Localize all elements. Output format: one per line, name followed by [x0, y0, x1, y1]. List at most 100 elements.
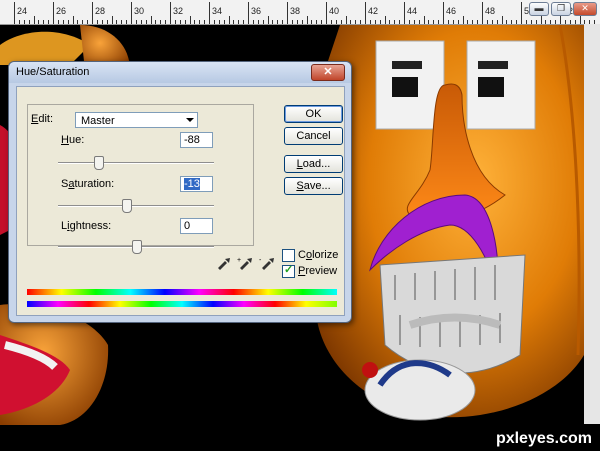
watermark: pxleyes.com [495, 430, 592, 447]
ruler-tick [170, 2, 171, 24]
preview-checkbox[interactable] [282, 263, 295, 278]
ruler-label: 28 [95, 6, 106, 16]
ruler-tick [228, 16, 230, 24]
ruler-label: 32 [173, 6, 184, 16]
ruler-tick [223, 20, 225, 24]
eyedropper-minus-icon[interactable]: - [259, 257, 274, 270]
saturation-slider-thumb[interactable] [121, 199, 132, 213]
chevron-down-icon [186, 118, 194, 122]
ruler-tick [321, 20, 323, 24]
ruler-tick [555, 20, 557, 24]
ruler-tick [233, 20, 235, 24]
ruler-tick [106, 20, 108, 24]
hue-label: Hue: [61, 134, 84, 146]
ruler-tick [316, 20, 318, 24]
dialog-titlebar[interactable]: Hue/Saturation ✕ [9, 62, 351, 83]
ruler-tick [340, 20, 342, 24]
ruler-tick [262, 20, 264, 24]
save-button[interactable]: Save... [284, 177, 343, 195]
input-hue-bar [27, 289, 337, 295]
ruler-tick [384, 16, 386, 24]
lightness-slider-thumb[interactable] [132, 240, 142, 254]
ruler-tick [355, 20, 357, 24]
ruler-tick [574, 20, 576, 24]
ruler-tick [67, 20, 69, 24]
ruler-tick [28, 20, 30, 24]
ruler-tick [252, 20, 254, 24]
ruler-tick [121, 20, 123, 24]
hue-input[interactable]: -88 [180, 132, 213, 148]
saturation-input[interactable]: -13 [180, 176, 213, 192]
edit-label: Edit: [31, 113, 53, 125]
edit-channel-select[interactable]: Master [75, 112, 198, 128]
ruler-tick [506, 20, 508, 24]
colorize-label[interactable]: Colorize [298, 249, 338, 261]
ruler-tick [404, 2, 405, 24]
ruler-tick [394, 20, 396, 24]
colorize-checkbox[interactable] [282, 249, 295, 262]
vertical-scrollbar[interactable] [583, 24, 600, 424]
ruler-tick [199, 20, 201, 24]
dialog-close-button[interactable]: ✕ [311, 64, 345, 81]
ruler-tick [296, 20, 298, 24]
dialog-title: Hue/Saturation [16, 66, 90, 78]
ruler-tick [374, 20, 376, 24]
ok-button[interactable]: OK [284, 105, 343, 123]
svg-text:-: - [259, 257, 262, 264]
ruler-tick [257, 20, 259, 24]
ruler-label: 46 [446, 6, 457, 16]
ruler-tick [501, 16, 503, 24]
ruler-tick [350, 20, 352, 24]
ruler-tick [550, 20, 552, 24]
ruler-tick [516, 20, 518, 24]
ruler-label: 34 [212, 6, 223, 16]
colorize-c: C [298, 249, 306, 261]
ruler-tick [564, 20, 566, 24]
lightness-input[interactable]: 0 [180, 218, 213, 234]
ruler-tick [135, 20, 137, 24]
ruler-tick [287, 2, 288, 24]
ruler-tick [452, 20, 454, 24]
ruler-tick [160, 20, 162, 24]
eyedropper-plus-icon[interactable]: + [237, 257, 252, 270]
ruler-tick [389, 20, 391, 24]
ruler-tick [238, 20, 240, 24]
close-window-button[interactable]: ✕ [573, 2, 597, 16]
ruler-tick [53, 2, 54, 24]
ruler-tick [96, 20, 98, 24]
ruler-tick [530, 20, 532, 24]
hue-slider-thumb[interactable] [93, 156, 104, 170]
ruler-tick [291, 20, 293, 24]
ruler-tick [57, 20, 59, 24]
load-button[interactable]: Load... [284, 155, 343, 173]
ruler-label: 26 [56, 6, 67, 16]
ruler-tick [145, 20, 147, 24]
svg-text:+: + [237, 257, 241, 264]
ruler-tick [511, 20, 513, 24]
saturation-label-text: turation: [74, 178, 115, 190]
hue-slider-track[interactable] [58, 162, 214, 164]
edit-channel-value: Master [81, 115, 115, 127]
eyedropper-icon[interactable] [218, 258, 230, 270]
ruler-tick [33, 16, 35, 24]
ruler-tick [82, 20, 84, 24]
ruler-tick [140, 20, 142, 24]
ruler-tick [282, 20, 284, 24]
cancel-button[interactable]: Cancel [284, 127, 343, 145]
ruler-tick [345, 16, 347, 24]
minimize-button[interactable]: ▬ [529, 2, 549, 16]
ruler-tick [87, 20, 89, 24]
ruler-tick [413, 20, 415, 24]
preview-label[interactable]: Preview [298, 265, 337, 277]
dialog-body: Edit: Master Hue: -88 Saturation: -13 Li… [16, 86, 345, 316]
ruler-label: 24 [17, 6, 28, 16]
restore-button[interactable]: ❐ [551, 2, 571, 16]
ruler-tick [48, 20, 50, 24]
ruler-tick [369, 20, 371, 24]
ruler-label: 38 [290, 6, 301, 16]
ruler-tick [174, 20, 176, 24]
saturation-slider-track[interactable] [58, 205, 214, 207]
ruler-label: 44 [407, 6, 418, 16]
ruler-tick [111, 16, 113, 24]
ruler-tick [131, 2, 132, 24]
